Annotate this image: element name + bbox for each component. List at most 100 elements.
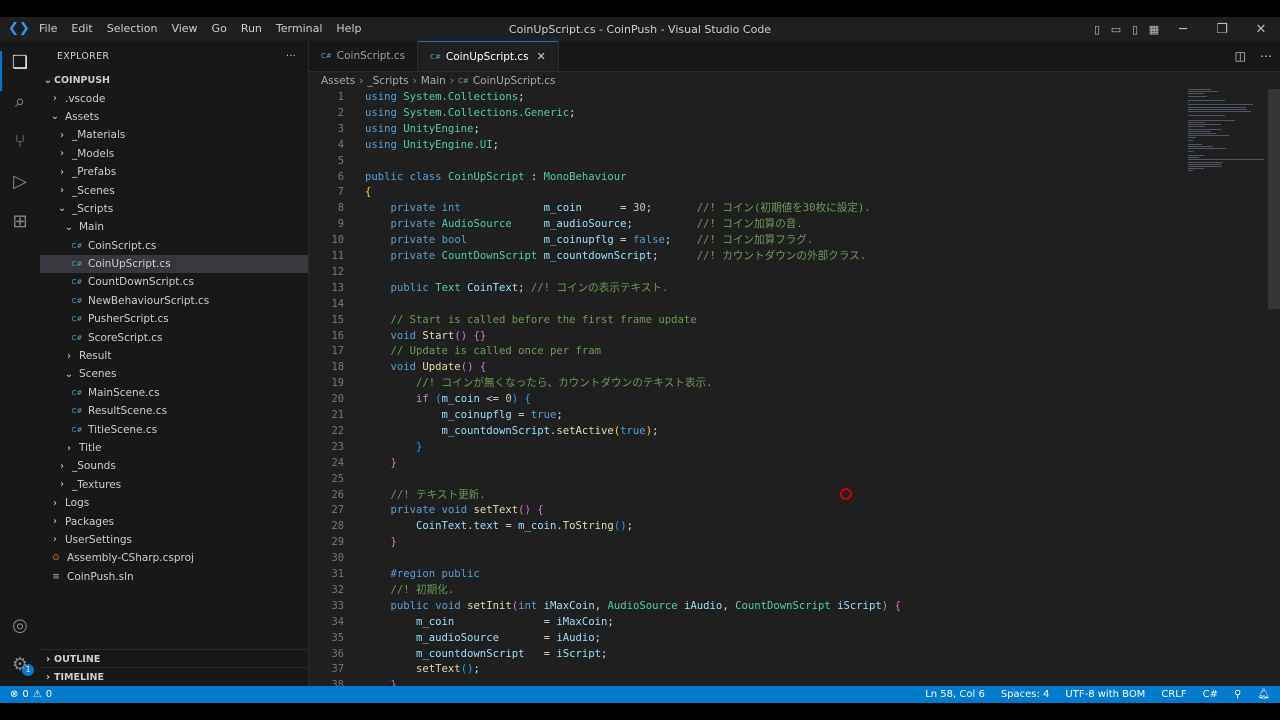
tree-file[interactable]: C# MainScene.cs: [40, 384, 308, 402]
run-debug-icon[interactable]: ▷: [8, 170, 32, 194]
tree-file[interactable]: ≡ CoinPush.sln: [40, 568, 308, 586]
line-source: using System.Collections;: [365, 91, 525, 103]
tree-file[interactable]: C# CoinUpScript.cs: [40, 254, 308, 274]
workspace-root[interactable]: ⌄ COINPUSH: [40, 71, 308, 89]
line-number: 22: [331, 424, 344, 437]
tree-folder[interactable]: › Packages: [40, 512, 308, 530]
source-control-icon[interactable]: ⑂: [8, 130, 32, 154]
notifications-bell-icon[interactable]: 🔔︎: [1257, 689, 1270, 700]
line-number: 24: [331, 456, 344, 469]
menu-run[interactable]: Run: [234, 17, 269, 41]
minimize-button[interactable]: ─: [1164, 22, 1202, 37]
split-editor-icon[interactable]: ◫: [1235, 49, 1246, 63]
menu-view[interactable]: View: [164, 17, 204, 41]
more-actions-icon[interactable]: ⋯: [1260, 49, 1272, 63]
toggle-panel-icon[interactable]: ▭: [1107, 23, 1125, 36]
line-number: 8: [337, 202, 344, 215]
outline-section[interactable]: › OUTLINE: [40, 649, 308, 668]
breadcrumb-item[interactable]: CoinUpScript.cs: [473, 75, 556, 87]
tree-file[interactable]: ⊙ Assembly-CSharp.csproj: [40, 549, 308, 567]
editor-tab[interactable]: C# CoinScript.cs: [309, 41, 419, 71]
line-number: 21: [331, 409, 344, 421]
tree-file[interactable]: C# NewBehaviourScript.cs: [40, 292, 308, 310]
toggle-primary-sidebar-icon[interactable]: ▯: [1088, 23, 1106, 36]
line-number: 5: [337, 154, 344, 167]
tree-item-label: .vscode: [65, 92, 106, 105]
tree-file[interactable]: C# CoinScript.cs: [40, 237, 308, 255]
tree-file[interactable]: C# ScoreScript.cs: [40, 328, 308, 346]
more-actions-icon[interactable]: ···: [286, 51, 296, 62]
breadcrumb-item[interactable]: Assets: [321, 75, 355, 87]
tree-file[interactable]: C# ResultScene.cs: [40, 402, 308, 420]
sln-file-icon: ≡: [52, 571, 60, 582]
tree-folder[interactable]: ⌄ Main: [40, 218, 308, 236]
tree-folder[interactable]: › _Scenes: [40, 181, 308, 199]
minimap-line: [1188, 122, 1206, 123]
minimap-line: [1188, 170, 1193, 172]
accounts-icon[interactable]: ◎: [8, 614, 32, 638]
end-of-line[interactable]: CRLF: [1161, 689, 1186, 700]
tree-folder[interactable]: › _Materials: [40, 126, 308, 144]
explorer-icon[interactable]: ❏: [8, 51, 32, 75]
encoding[interactable]: UTF-8 with BOM: [1065, 689, 1145, 700]
tree-folder[interactable]: › Logs: [40, 494, 308, 512]
tree-item-label: _Sounds: [72, 460, 116, 473]
minimap-line: [1188, 137, 1197, 139]
title-bar: ❮❯ File Edit Selection View Go Run Terminal Hel…: [0, 17, 1280, 41]
toggle-secondary-sidebar-icon[interactable]: ▯: [1126, 23, 1144, 36]
breadcrumb-item[interactable]: _Scripts: [367, 75, 408, 87]
line-number: 38: [331, 679, 344, 686]
tree-item-label: CoinScript.cs: [88, 239, 157, 252]
menu-edit[interactable]: Edit: [64, 17, 99, 41]
customize-layout-icon[interactable]: ▦: [1145, 23, 1163, 36]
line-source: private CountDownScript m_countdownScrip…: [390, 250, 867, 262]
language-mode[interactable]: C#: [1203, 689, 1218, 700]
tree-file[interactable]: C# CountDownScript.cs: [40, 273, 308, 291]
vscode-logo-icon: ❮❯: [8, 21, 30, 36]
indentation[interactable]: Spaces: 4: [1001, 689, 1050, 700]
restore-button[interactable]: ❐: [1203, 22, 1241, 37]
activity-bar: ❏ ⌕ ⑂ ▷ ⊞ ◎ 1 ⚙: [0, 41, 40, 686]
line-number: 9: [337, 218, 344, 231]
tree-folder[interactable]: ⌄ Scenes: [40, 365, 308, 383]
tree-folder[interactable]: › .vscode: [40, 89, 308, 107]
tree-folder[interactable]: › Result: [40, 347, 308, 365]
tree-folder[interactable]: › UserSettings: [40, 531, 308, 549]
minimap-line: [1188, 119, 1235, 121]
menu-selection[interactable]: Selection: [100, 17, 165, 41]
breadcrumb-item[interactable]: Main: [421, 75, 446, 87]
feedback-icon[interactable]: ⚲: [1234, 689, 1241, 700]
tree-folder[interactable]: › _Models: [40, 145, 308, 163]
menu-help[interactable]: Help: [329, 17, 368, 41]
search-icon[interactable]: ⌕: [8, 90, 32, 114]
menu-go[interactable]: Go: [205, 17, 234, 41]
close-tab-icon[interactable]: ✕: [537, 50, 546, 63]
tree-folder[interactable]: › _Sounds: [40, 457, 308, 475]
tree-folder[interactable]: › _Prefabs: [40, 163, 308, 181]
tree-file[interactable]: C# PusherScript.cs: [40, 310, 308, 328]
timeline-section[interactable]: › TIMELINE: [40, 667, 308, 686]
tree-folder[interactable]: › _Textures: [40, 476, 308, 494]
menu-file[interactable]: File: [32, 17, 64, 41]
cursor-position[interactable]: Ln 58, Col 6: [925, 689, 985, 700]
tree-folder[interactable]: ⌄ _Scripts: [40, 200, 308, 218]
vertical-scrollbar[interactable]: [1268, 89, 1280, 309]
problems-status[interactable]: ⊗ 0 ⚠ 0: [0, 689, 52, 700]
extensions-icon[interactable]: ⊞: [8, 210, 32, 234]
tree-folder[interactable]: › Title: [40, 439, 308, 457]
code-editor[interactable]: 1 using System.Collections; 2 using System.…: [309, 89, 1189, 686]
editor-tab[interactable]: C# CoinUpScript.cs ✕: [418, 41, 559, 71]
minimap-line: [1188, 148, 1226, 150]
close-window-button[interactable]: ✕: [1242, 22, 1280, 37]
tree-folder[interactable]: ⌄ Assets: [40, 108, 308, 126]
menu-terminal[interactable]: Terminal: [269, 17, 330, 41]
csharp-file-icon: C#: [71, 425, 83, 434]
tree-file[interactable]: C# TitleScene.cs: [40, 420, 308, 438]
settings-gear-icon[interactable]: ⚙: [8, 653, 32, 677]
line-number: 37: [331, 663, 344, 676]
csharp-file-icon: C#: [321, 52, 332, 60]
minimap[interactable]: [1188, 89, 1268, 189]
line-number: 31: [331, 568, 344, 580]
tree-item-label: Assembly-CSharp.csproj: [67, 552, 194, 565]
editor-tabs: C# CoinScript.cs C# CoinUpScript.cs ✕ ◫ ⋯: [309, 41, 1280, 72]
